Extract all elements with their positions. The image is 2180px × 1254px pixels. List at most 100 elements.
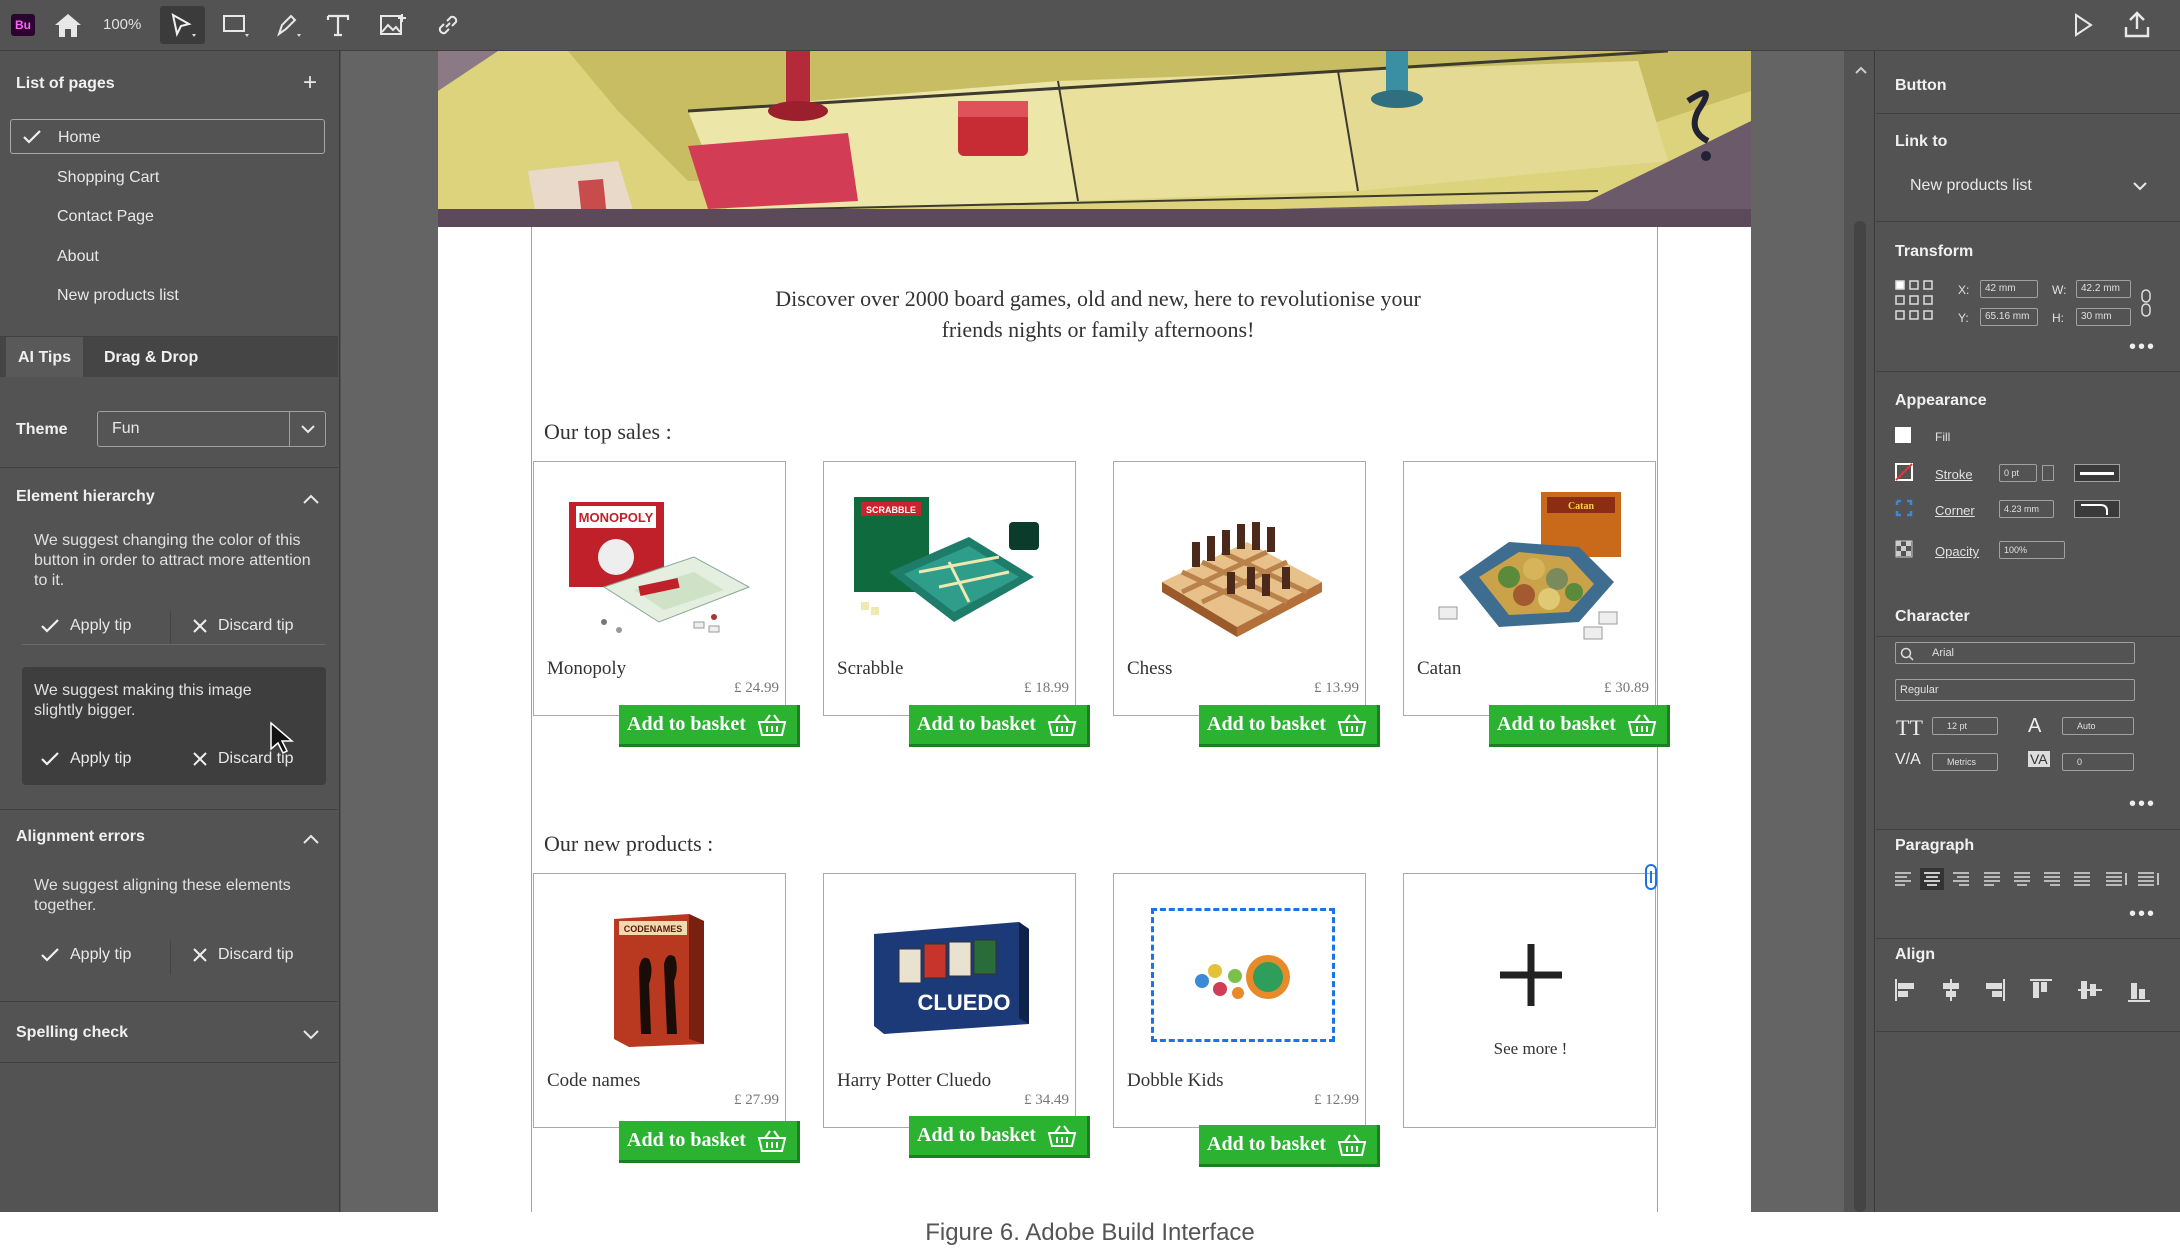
fill-swatch[interactable] bbox=[1895, 427, 1911, 443]
more-options-icon[interactable]: ••• bbox=[2129, 794, 2156, 814]
font-size-input[interactable]: 12 pt bbox=[1932, 717, 1998, 735]
app-logo: Bu bbox=[11, 14, 35, 36]
page-item-label: Shopping Cart bbox=[57, 169, 160, 186]
basket-icon bbox=[1337, 713, 1367, 736]
product-image[interactable]: CODENAMES bbox=[609, 909, 709, 1049]
tab-ai-tips[interactable]: AI Tips bbox=[6, 337, 84, 377]
apply-tip-button[interactable]: Apply tip bbox=[40, 617, 131, 635]
see-more-card[interactable]: See more ! bbox=[1403, 873, 1656, 1128]
chevron-down-icon[interactable] bbox=[2132, 181, 2148, 191]
pen-tool-icon[interactable] bbox=[270, 6, 306, 44]
constrain-proportions-icon[interactable] bbox=[2140, 288, 2152, 318]
select-tool-icon[interactable] bbox=[160, 6, 205, 44]
product-card-scrabble[interactable]: SCRABBLE Scrabble £ 18.99 bbox=[823, 461, 1076, 716]
text-tool-icon[interactable] bbox=[320, 6, 356, 44]
add-to-basket-button[interactable]: Add to basket bbox=[1199, 1125, 1380, 1167]
stroke-style-select[interactable] bbox=[2074, 464, 2120, 482]
add-to-basket-button[interactable]: Add to basket bbox=[1489, 705, 1670, 747]
paragraph-align-icons[interactable] bbox=[1893, 867, 2163, 891]
hero-image[interactable] bbox=[438, 51, 1751, 227]
more-options-icon[interactable]: ••• bbox=[2129, 904, 2156, 924]
home-icon[interactable] bbox=[50, 6, 86, 44]
discard-tip-button[interactable]: Discard tip bbox=[192, 617, 294, 635]
opacity-input[interactable]: 100% bbox=[1999, 541, 2065, 559]
more-options-icon[interactable]: ••• bbox=[2129, 337, 2156, 357]
product-image[interactable]: SCRABBLE bbox=[849, 492, 1049, 642]
h-input[interactable]: 30 mm bbox=[2076, 308, 2131, 326]
box-text: MONOPOLY bbox=[579, 510, 654, 525]
product-card-harry-potter-cluedo[interactable]: CLUEDO Harry Potter Cluedo £ 34.49 bbox=[823, 873, 1076, 1128]
product-price: £ 30.89 bbox=[1604, 680, 1649, 696]
discard-tip-button[interactable]: Discard tip bbox=[192, 946, 294, 964]
scroll-up-icon[interactable] bbox=[1854, 65, 1868, 75]
top-sales-title[interactable]: Our top sales : bbox=[544, 419, 672, 445]
stroke-label[interactable]: Stroke bbox=[1935, 467, 1973, 482]
page-item-home[interactable]: Home bbox=[10, 119, 325, 154]
kerning-input[interactable]: Metrics bbox=[1932, 753, 1998, 771]
image-tool-icon[interactable] bbox=[375, 6, 411, 44]
page-item-contact-page[interactable]: Contact Page bbox=[10, 199, 325, 234]
add-to-basket-button[interactable]: Add to basket bbox=[1199, 705, 1380, 747]
chevron-down-icon[interactable] bbox=[302, 1029, 320, 1041]
product-card-code-names[interactable]: CODENAMES Code names £ 27.99 bbox=[533, 873, 786, 1128]
x-input[interactable]: 42 mm bbox=[1980, 280, 2038, 298]
stroke-width-input[interactable]: 0 pt bbox=[1999, 464, 2037, 482]
play-icon[interactable] bbox=[2065, 6, 2101, 44]
vertical-scrollbar[interactable] bbox=[1845, 51, 1875, 1212]
theme-select[interactable]: Fun bbox=[97, 411, 326, 447]
product-image[interactable] bbox=[1152, 512, 1327, 642]
reference-point-icon[interactable] bbox=[1894, 279, 1934, 321]
align-buttons-icons[interactable] bbox=[1893, 976, 2163, 1004]
add-to-basket-button[interactable]: Add to basket bbox=[619, 705, 800, 747]
page-item-new-products-list[interactable]: New products list bbox=[10, 278, 325, 313]
link-handle-icon[interactable] bbox=[1644, 863, 1658, 891]
stroke-swatch[interactable] bbox=[1895, 463, 1913, 481]
tracking-input[interactable]: 0 bbox=[2062, 753, 2134, 771]
intro-text[interactable]: Discover over 2000 board games, old and … bbox=[768, 283, 1428, 345]
product-card-chess[interactable]: Chess £ 13.99 bbox=[1113, 461, 1366, 716]
product-image[interactable] bbox=[1190, 951, 1300, 1006]
w-input[interactable]: 42.2 mm bbox=[2076, 280, 2131, 298]
new-products-title[interactable]: Our new products : bbox=[544, 831, 713, 857]
corner-label[interactable]: Corner bbox=[1935, 503, 1975, 518]
page-item-shopping-cart[interactable]: Shopping Cart bbox=[10, 160, 325, 195]
chevron-up-icon[interactable] bbox=[302, 833, 320, 845]
link-tool-icon[interactable] bbox=[430, 6, 466, 44]
apply-tip-button[interactable]: Apply tip bbox=[40, 750, 131, 768]
product-image[interactable]: MONOPOLY bbox=[564, 492, 754, 642]
add-to-basket-button[interactable]: Add to basket bbox=[909, 1116, 1090, 1158]
leading-input[interactable]: Auto bbox=[2062, 717, 2134, 735]
export-icon[interactable] bbox=[2119, 6, 2155, 44]
selected-image-frame[interactable] bbox=[1151, 908, 1335, 1042]
corner-icon[interactable] bbox=[1895, 499, 1913, 517]
y-input[interactable]: 65.16 mm bbox=[1980, 308, 2038, 326]
add-to-basket-button[interactable]: Add to basket bbox=[909, 705, 1090, 747]
button-label: Add to basket bbox=[1497, 713, 1616, 735]
opacity-label[interactable]: Opacity bbox=[1935, 544, 1979, 559]
scrollbar-thumb[interactable] bbox=[1854, 221, 1866, 1212]
check-icon bbox=[41, 619, 59, 633]
apply-tip-button[interactable]: Apply tip bbox=[40, 946, 131, 964]
tab-drag-drop[interactable]: Drag & Drop bbox=[92, 337, 210, 377]
chevron-up-icon[interactable] bbox=[302, 493, 320, 505]
product-card-dobble-kids[interactable]: Dobble Kids £ 12.99 bbox=[1113, 873, 1366, 1128]
link-to-value[interactable]: New products list bbox=[1910, 177, 2032, 195]
discard-tip-button[interactable]: Discard tip bbox=[192, 750, 294, 768]
rectangle-tool-icon[interactable] bbox=[218, 6, 254, 44]
page-canvas[interactable]: Discover over 2000 board games, old and … bbox=[438, 51, 1751, 1212]
product-card-catan[interactable]: Catan Catan £ 30.89 bbox=[1403, 461, 1656, 716]
corner-style-select[interactable] bbox=[2074, 500, 2120, 518]
zoom-level[interactable]: 100% bbox=[103, 16, 141, 33]
font-family-select[interactable]: Arial bbox=[1895, 642, 2135, 664]
product-image[interactable]: CLUEDO bbox=[869, 914, 1034, 1044]
product-image[interactable]: Catan bbox=[1429, 487, 1634, 647]
product-price: £ 12.99 bbox=[1314, 1092, 1359, 1108]
add-to-basket-button[interactable]: Add to basket bbox=[619, 1121, 800, 1163]
spelling-title[interactable]: Spelling check bbox=[0, 1024, 338, 1042]
add-page-icon[interactable]: + bbox=[303, 71, 317, 95]
stroke-stepper[interactable] bbox=[2042, 465, 2054, 481]
font-style-select[interactable]: Regular bbox=[1895, 679, 2135, 701]
corner-radius-input[interactable]: 4.23 mm bbox=[1999, 500, 2054, 518]
page-item-about[interactable]: About bbox=[10, 239, 325, 274]
product-card-monopoly[interactable]: MONOPOLY Monopoly £ 24.99 bbox=[533, 461, 786, 716]
